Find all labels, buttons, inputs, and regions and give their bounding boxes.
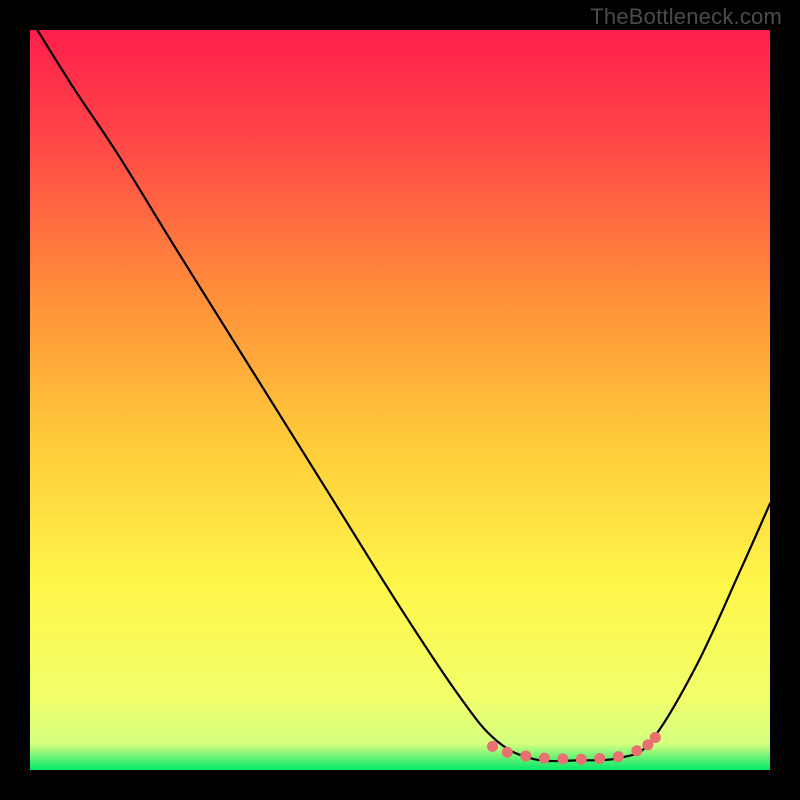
marker-point: [487, 741, 498, 752]
marker-point: [502, 747, 513, 758]
marker-point: [594, 753, 605, 764]
marker-point: [557, 753, 568, 764]
marker-point: [650, 732, 661, 743]
marker-point: [576, 754, 587, 765]
marker-point: [539, 753, 550, 764]
marker-point: [631, 745, 642, 756]
plot-area: [30, 30, 770, 770]
chart-frame: TheBottleneck.com: [0, 0, 800, 800]
gradient-background: [30, 30, 770, 770]
watermark-text: TheBottleneck.com: [590, 4, 782, 30]
chart-svg: [30, 30, 770, 770]
marker-point: [613, 751, 624, 762]
marker-point: [520, 750, 531, 761]
